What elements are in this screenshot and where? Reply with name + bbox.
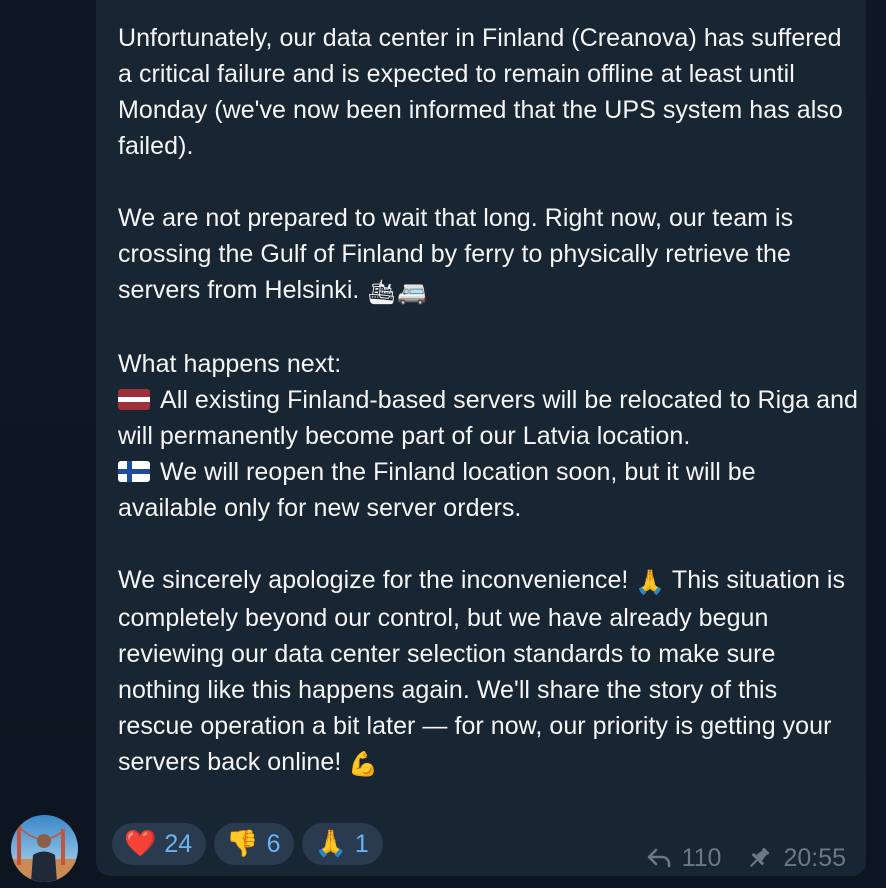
sender-avatar[interactable] [11,815,78,882]
message-time: 20:55 [783,843,846,872]
message-paragraph-1: Unfortunately, our data center in Finlan… [118,24,850,160]
reaction-count: 1 [354,829,369,858]
apology-continuation: This situation is completely beyond our … [118,566,853,776]
praying-hands-icon: 🙏 [314,829,347,859]
heart-icon: ❤️ [124,829,157,859]
apology-text: We sincerely apologize for the inconveni… [118,566,629,594]
flexed-biceps-emoji: 💪 [348,750,379,778]
reaction-count: 6 [266,829,281,858]
reaction-praying-hands[interactable]: 🙏 1 [302,823,383,865]
message-paragraph-3: What happens next: All existing Finland-… [118,346,858,526]
next-steps-item-finland: We will reopen the Finland location soon… [118,458,763,522]
reply-arrow-icon[interactable] [646,847,672,869]
latvia-flag-icon [118,389,150,410]
praying-hands-emoji: 🙏 [635,568,666,596]
thumbs-down-icon: 👎 [226,829,259,859]
paragraph-2-text: We are not prepared to wait that long. R… [118,204,801,304]
forward-count: 110 [681,843,722,872]
next-steps-heading: What happens next: [118,350,342,378]
finland-flag-icon [118,461,150,482]
reaction-count: 24 [164,829,193,858]
reaction-thumbs-down[interactable]: 👎 6 [214,823,295,865]
message-text: Unfortunately, our data center in Finlan… [118,20,858,782]
reaction-heart[interactable]: ❤️ 24 [112,823,207,865]
reactions-bar: ❤️ 24 👎 6 🙏 1 [112,823,383,865]
ferry-van-emoji: 🛳🚐 [366,278,427,306]
message-meta: 110 20:55 [646,840,846,876]
next-steps-item-latvia: All existing Finland-based servers will … [118,386,865,450]
pin-icon [745,844,773,872]
message-paragraph-2: We are not prepared to wait that long. R… [118,200,858,310]
message-paragraph-4: We sincerely apologize for the inconveni… [118,562,858,782]
